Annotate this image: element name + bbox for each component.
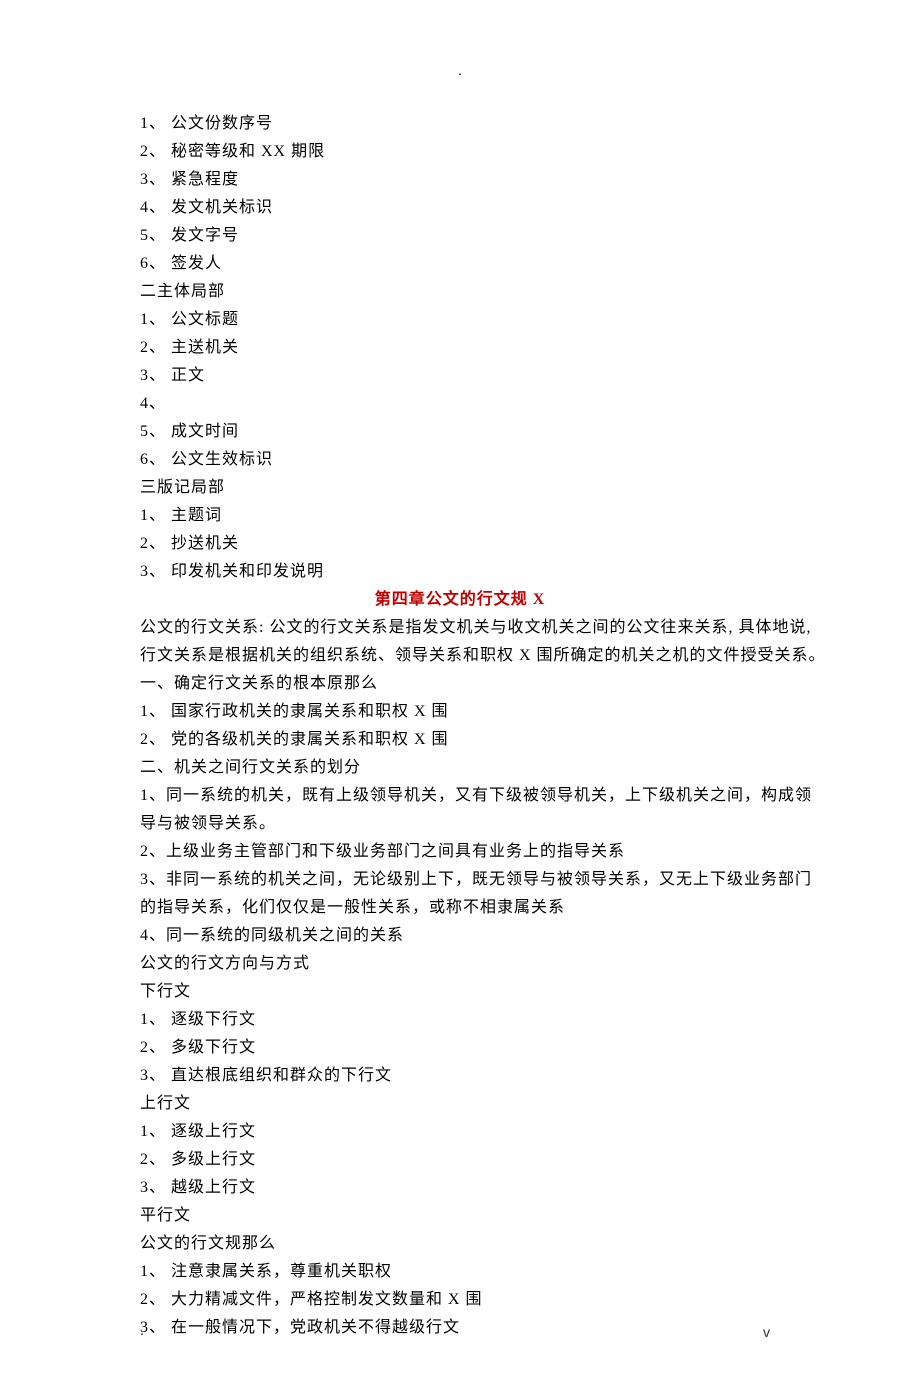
text-line: 4、同一系统的同级机关之间的关系 xyxy=(140,922,780,950)
text-line: 6、 公文生效标识 xyxy=(140,446,780,474)
text-line: 5、 成文时间 xyxy=(140,418,780,446)
text-line: 平行文 xyxy=(140,1202,780,1230)
text-line: 1、 公文份数序号 xyxy=(140,110,780,138)
text-line: 6、 签发人 xyxy=(140,250,780,278)
text-line: 3、 紧急程度 xyxy=(140,166,780,194)
text-line: 1、 公文标题 xyxy=(140,306,780,334)
text-line: 3、非同一系统的机关之间，无论级别上下，既无领导与被领导关系，又无上下级业务部门 xyxy=(140,866,780,894)
text-line: 3、 印发机关和印发说明 xyxy=(140,558,780,586)
text-line: 二主体局部 xyxy=(140,278,780,306)
text-line: 二、机关之间行文关系的划分 xyxy=(140,754,780,782)
text-line: 1、 国家行政机关的隶属关系和职权 X 围 xyxy=(140,698,780,726)
text-line: 的指导关系，化们仅仅是一般性关系，或称不相隶属关系 xyxy=(140,894,780,922)
text-line: 公文的行文方向与方式 xyxy=(140,950,780,978)
text-line: 1、 主题词 xyxy=(140,502,780,530)
header-mark: . xyxy=(458,58,462,83)
text-line: 2、 秘密等级和 XX 期限 xyxy=(140,138,780,166)
text-line: 三版记局部 xyxy=(140,474,780,502)
text-line: 3、 越级上行文 xyxy=(140,1174,780,1202)
document-content: 1、 公文份数序号 2、 秘密等级和 XX 期限 3、 紧急程度 4、 发文机关… xyxy=(140,110,780,1342)
text-line: 2、 党的各级机关的隶属关系和职权 X 围 xyxy=(140,726,780,754)
text-line: 4、 发文机关标识 xyxy=(140,194,780,222)
text-line: 2、上级业务主管部门和下级业务部门之间具有业务上的指导关系 xyxy=(140,838,780,866)
text-line: 上行文 xyxy=(140,1090,780,1118)
text-line: 1、 逐级下行文 xyxy=(140,1006,780,1034)
footer-mark: . xyxy=(140,1318,144,1343)
text-line: 3、 在一般情况下，党政机关不得越级行文 xyxy=(140,1314,780,1342)
text-line: 公文的行文规那么 xyxy=(140,1230,780,1258)
text-line: 5、 发文字号 xyxy=(140,222,780,250)
text-line: 1、同一系统的机关，既有上级领导机关，又有下级被领导机关，上下级机关之间，构成领 xyxy=(140,782,780,810)
text-line: 2、 多级下行文 xyxy=(140,1034,780,1062)
text-line: 3、 正文 xyxy=(140,362,780,390)
text-line: 1、 注意隶属关系，尊重机关职权 xyxy=(140,1258,780,1286)
text-line: 1、 逐级上行文 xyxy=(140,1118,780,1146)
text-line: 4、 xyxy=(140,390,780,418)
text-line: 一、确定行文关系的根本原那么 xyxy=(140,670,780,698)
section-list-top: 1、 公文份数序号 2、 秘密等级和 XX 期限 3、 紧急程度 4、 发文机关… xyxy=(140,110,780,586)
page-number: v xyxy=(763,1320,770,1345)
text-line: 2、 抄送机关 xyxy=(140,530,780,558)
text-line: 导与被领导关系。 xyxy=(140,810,780,838)
text-line: 行文关系是根据机关的组织系统、领导关系和职权 X 围所确定的机关之机的文件授受关… xyxy=(140,642,780,670)
section-body: 公文的行文关系: 公文的行文关系是指发文机关与收文机关之间的公文往来关系, 具体… xyxy=(140,614,780,1342)
chapter-title: 第四章公文的行文规 X xyxy=(140,586,780,614)
text-line: 2、 多级上行文 xyxy=(140,1146,780,1174)
text-line: 3、 直达根底组织和群众的下行文 xyxy=(140,1062,780,1090)
document-page: . 1、 公文份数序号 2、 秘密等级和 XX 期限 3、 紧急程度 4、 发文… xyxy=(0,0,920,1382)
text-line: 2、 主送机关 xyxy=(140,334,780,362)
text-line: 公文的行文关系: 公文的行文关系是指发文机关与收文机关之间的公文往来关系, 具体… xyxy=(140,614,780,642)
text-line: 下行文 xyxy=(140,978,780,1006)
text-line: 2、 大力精减文件，严格控制发文数量和 X 围 xyxy=(140,1286,780,1314)
